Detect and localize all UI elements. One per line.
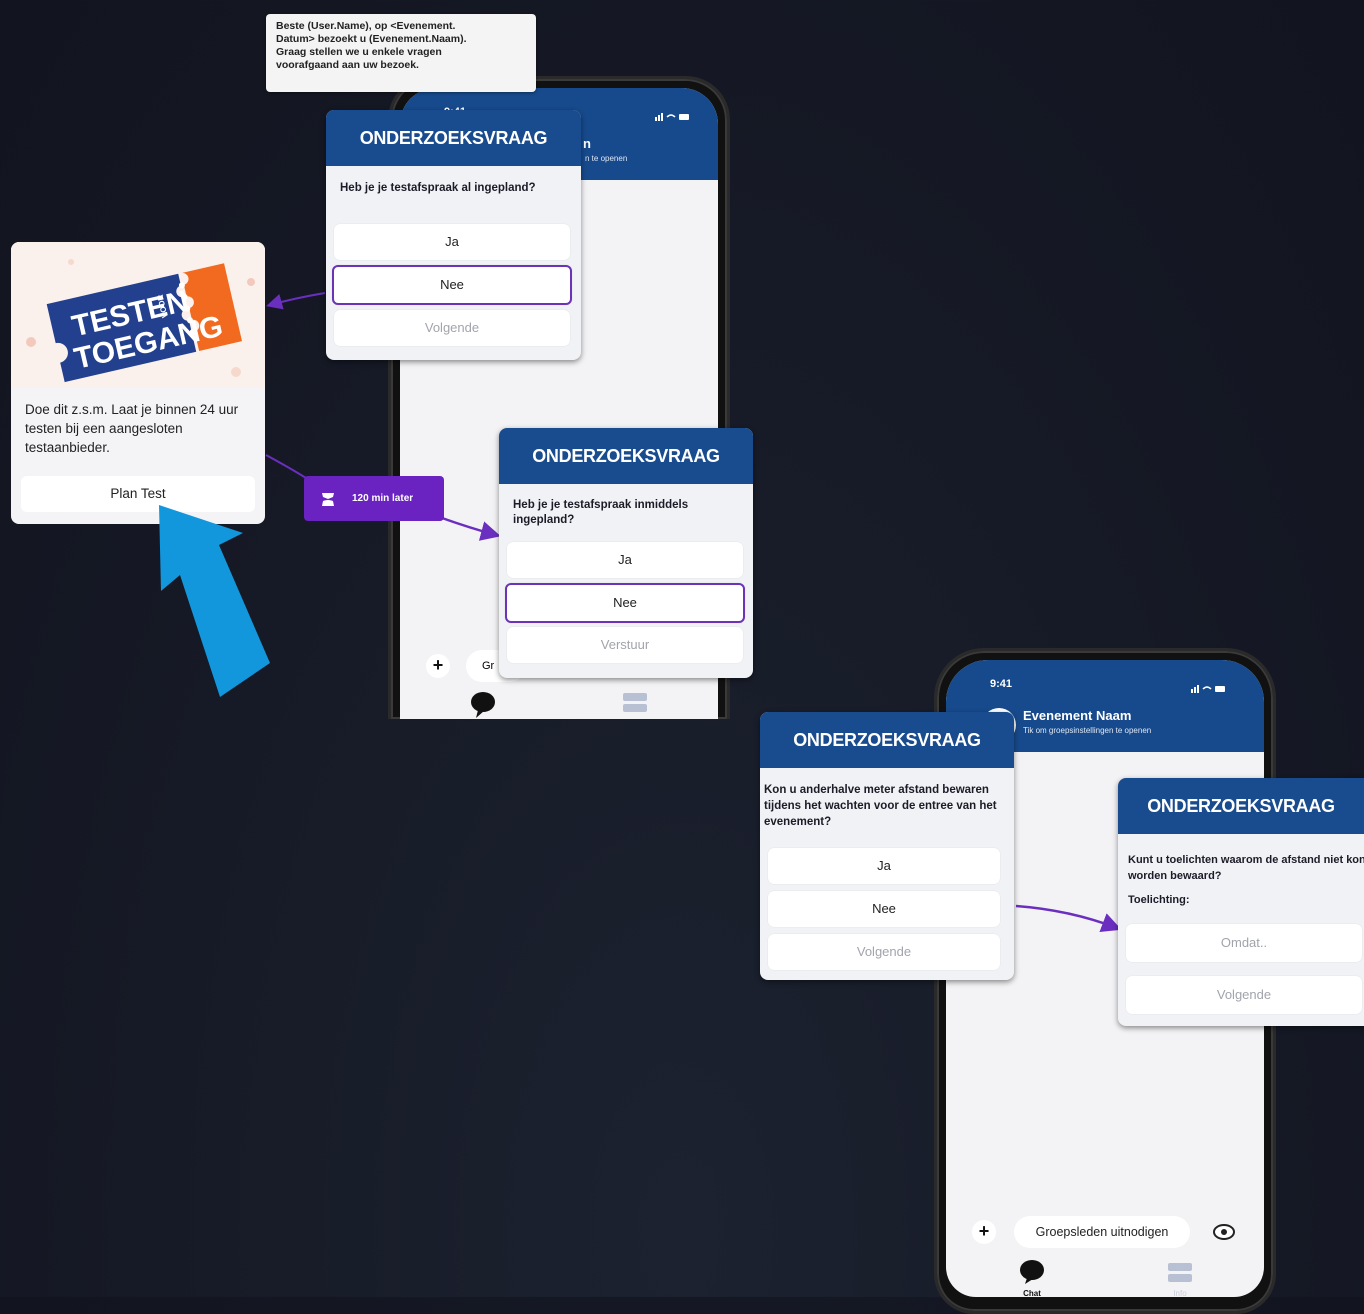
plus-icon: + xyxy=(432,655,444,675)
answer-ja-button[interactable]: Ja xyxy=(768,848,1000,884)
plus-icon: + xyxy=(978,1221,990,1241)
question-card-4: ONDERZOEKSVRAAG Kunt u toelichten waarom… xyxy=(1118,778,1364,1026)
eye-icon[interactable] xyxy=(1212,1222,1236,1242)
question-card-title: ONDERZOEKSVRAAG xyxy=(1118,778,1364,834)
invite-pill-text: Gr xyxy=(482,660,495,672)
question-text: Kunt u toelichten waarom de afstand niet… xyxy=(1128,854,1364,882)
question-card-title: ONDERZOEKSVRAAG xyxy=(760,712,1014,768)
answer-ja-button[interactable]: Ja xyxy=(507,542,743,578)
question-card-title: ONDERZOEKSVRAAG xyxy=(499,428,753,484)
info-icon xyxy=(1168,1263,1192,1282)
highlight-arrow-icon xyxy=(159,505,270,697)
question-text: Heb je je testafspraak al ingepland? xyxy=(340,182,536,194)
status-time: 9:41 xyxy=(990,678,1013,690)
arrow-ticket-to-delay xyxy=(265,454,307,479)
group-subtitle-fragment: n te openen xyxy=(585,154,628,163)
invite-members-button[interactable]: Groepsleden uitnodigen xyxy=(1014,1216,1190,1248)
group-subtitle: Tik om groepsinstellingen te openen xyxy=(1023,726,1152,735)
question-card-1: ONDERZOEKSVRAAG Heb je je testafspraak a… xyxy=(326,110,581,360)
answer-nee-button[interactable]: Nee xyxy=(505,583,745,623)
testen-voor-toegang-logo: TESTEN VOOR TOEGANG xyxy=(26,259,255,383)
answer-nee-button[interactable]: Nee xyxy=(332,265,572,305)
info-tab-label: Info xyxy=(1173,1289,1187,1297)
send-button[interactable]: Verstuur xyxy=(507,627,743,663)
note-line: Datum> bezoekt u (Evenement.Naam). xyxy=(276,33,467,45)
add-button[interactable]: + xyxy=(426,654,450,678)
status-icons xyxy=(1191,680,1225,693)
question-card-2: ONDERZOEKSVRAAG Heb je je testafspraak i… xyxy=(499,428,753,678)
question-text: Kon u anderhalve meter afstand bewaren t… xyxy=(764,784,997,828)
ticket-instruction-text: Doe dit z.s.m. Laat je binnen 24 uur tes… xyxy=(25,402,239,455)
ticket-logo-area: TESTEN VOOR TOEGANG xyxy=(11,242,265,388)
answer-nee-button[interactable]: Nee xyxy=(768,891,1000,927)
next-button[interactable]: Volgende xyxy=(768,934,1000,970)
chat-tab-label: Chat xyxy=(1023,1289,1041,1297)
chat-bubble-icon xyxy=(1020,1260,1044,1284)
delay-label: 120 min later xyxy=(352,493,414,504)
note-line: Graag stellen we u enkele vragen xyxy=(276,46,442,58)
chat-tab-icon[interactable] xyxy=(470,692,496,718)
explanation-input[interactable]: Omdat.. xyxy=(1126,924,1362,962)
next-button[interactable]: Volgende xyxy=(334,310,570,346)
question-card-3: ONDERZOEKSVRAAG Kon u anderhalve meter a… xyxy=(760,712,1014,980)
chat-tab[interactable]: Chat xyxy=(1012,1260,1052,1297)
question-text: Heb je je testafspraak inmiddels ingepla… xyxy=(513,499,689,526)
timer-icon xyxy=(322,492,334,506)
next-button[interactable]: Volgende xyxy=(1126,976,1362,1014)
note-line: voorafgaand aan uw bezoek. xyxy=(276,59,419,71)
info-tab-icon[interactable] xyxy=(622,692,648,714)
delay-badge: 120 min later xyxy=(304,476,444,521)
explanation-label: Toelichting: xyxy=(1128,894,1190,906)
group-name-fragment: n xyxy=(583,136,591,151)
question-card-title: ONDERZOEKSVRAAG xyxy=(326,110,581,166)
info-tab[interactable]: Info xyxy=(1160,1262,1200,1297)
arrow-q1-to-ticket xyxy=(266,292,326,310)
note-line: Beste (User.Name), op <Evenement. xyxy=(276,20,456,32)
status-icons xyxy=(655,108,689,121)
test-voor-toegang-card: TESTEN VOOR TOEGANG Doe dit z.s.m. Laat … xyxy=(11,242,265,524)
intro-message-note: Beste (User.Name), op <Evenement. Datum>… xyxy=(266,14,536,92)
answer-ja-button[interactable]: Ja xyxy=(334,224,570,260)
add-button[interactable]: + xyxy=(972,1220,996,1244)
group-name[interactable]: Evenement Naam xyxy=(1023,708,1131,723)
